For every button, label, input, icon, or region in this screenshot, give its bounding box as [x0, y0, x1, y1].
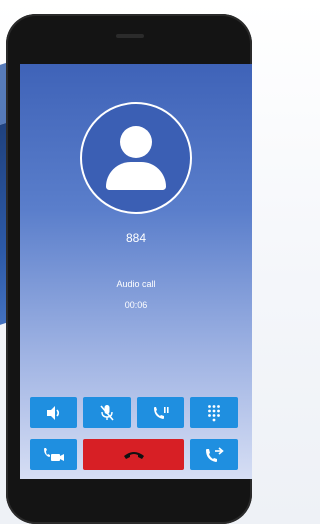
- hold-button[interactable]: [137, 397, 184, 428]
- transfer-call-icon: [204, 446, 224, 464]
- mute-mic-icon: [99, 404, 115, 422]
- avatar-head: [120, 126, 152, 158]
- call-type-label: Audio call: [116, 279, 156, 289]
- hang-up-button[interactable]: [83, 439, 184, 470]
- caller-number: 884: [125, 231, 147, 245]
- dialpad-icon: [207, 404, 221, 422]
- phone-speaker-slot: [116, 34, 144, 38]
- video-call-icon: [43, 447, 65, 463]
- speaker-button[interactable]: [30, 397, 77, 428]
- call-controls: [30, 397, 240, 472]
- mute-button[interactable]: [83, 397, 131, 428]
- video-call-button[interactable]: [30, 439, 77, 470]
- transfer-button[interactable]: [190, 439, 238, 470]
- dialpad-button[interactable]: [190, 397, 238, 428]
- speaker-icon: [45, 405, 63, 421]
- call-timer: 00:06: [124, 300, 148, 310]
- caller-avatar: [80, 102, 192, 214]
- avatar-body: [106, 162, 166, 190]
- hold-call-icon: [152, 405, 170, 421]
- hang-up-icon: [123, 450, 145, 460]
